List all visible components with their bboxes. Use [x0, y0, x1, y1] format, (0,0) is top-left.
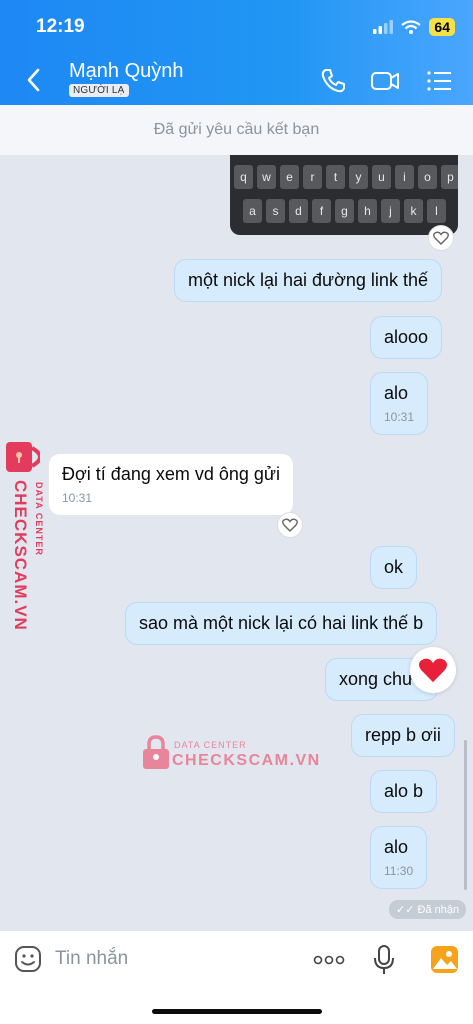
keyboard-key: h [358, 199, 377, 223]
message-time: 10:31 [62, 491, 93, 505]
menu-list-icon[interactable] [424, 66, 454, 96]
message-bubble-outgoing[interactable]: repp b ơii [351, 714, 455, 757]
lock-logo-icon [6, 442, 40, 472]
keyboard-key: q [234, 165, 253, 189]
sticker-emoji-icon[interactable] [14, 945, 42, 973]
home-indicator [152, 1009, 322, 1014]
message-bubble-outgoing[interactable]: alo 11:30 [370, 826, 428, 889]
message-text: alo [384, 383, 409, 403]
watermark-small-text: DATA CENTER [174, 740, 247, 750]
lock-logo-icon [143, 735, 169, 769]
message-bubble-outgoing[interactable]: alo 10:31 [370, 372, 429, 435]
message-bubble-outgoing[interactable]: alo b [370, 770, 438, 813]
keyboard-key: l [427, 199, 446, 223]
chat-header: 12:19 64 Mạnh Quỳnh NGƯỜI LẠ [0, 0, 473, 105]
keyboard-key: s [266, 199, 285, 223]
keyboard-key: y [349, 165, 368, 189]
message-bubble-outgoing[interactable]: một nick lại hai đường link thế [174, 259, 442, 302]
wifi-icon [401, 20, 422, 34]
keyboard-key: j [381, 199, 400, 223]
delivery-status-label: Đã nhận [417, 904, 460, 916]
status-icons: 64 [373, 18, 455, 36]
status-time: 12:19 [36, 16, 85, 37]
keyboard-key: g [335, 199, 354, 223]
watermark-center: DATA CENTER CHECKSCAM.VN [142, 735, 319, 776]
keyboard-key: e [280, 165, 299, 189]
keyboard-key: t [326, 165, 345, 189]
message-time: 10:31 [384, 410, 415, 424]
microphone-icon[interactable] [373, 944, 395, 976]
watermark-small-text: DATA CENTER [34, 482, 44, 556]
scrollbar[interactable] [464, 740, 467, 890]
message-text: ok [384, 557, 404, 577]
message-bubble-outgoing[interactable]: ok [370, 546, 418, 589]
heart-reaction-icon[interactable] [410, 647, 456, 693]
watermark-vertical: CHECKSCAM.VN DATA CENTER [4, 440, 50, 640]
image-gallery-icon[interactable] [430, 945, 459, 974]
keyboard-key: k [404, 199, 423, 223]
delivery-status: ✓✓ Đã nhận [389, 900, 467, 919]
back-icon[interactable] [22, 66, 46, 94]
message-bubble-outgoing[interactable]: sao mà một nick lại có hai link thế b [125, 602, 438, 645]
message-text: một nick lại hai đường link thế [188, 270, 428, 290]
friend-request-banner: Đã gửi yêu cầu kết bạn [0, 105, 473, 155]
message-input[interactable]: Tin nhắn [55, 948, 128, 970]
message-text: Đợi tí đang xem vd ông gửi [62, 464, 280, 484]
message-text: alo [384, 837, 409, 857]
keyboard-key: p [441, 165, 458, 189]
shared-image[interactable]: qwertyuiop asdfghjkl [230, 155, 458, 235]
battery-level: 64 [429, 18, 455, 36]
watermark-big-text: CHECKSCAM.VN [11, 480, 30, 631]
keyboard-key: a [243, 199, 262, 223]
keyboard-key: r [303, 165, 322, 189]
phone-call-icon[interactable] [318, 66, 348, 96]
keyboard-key: i [395, 165, 414, 189]
watermark-big-text: CHECKSCAM.VN [172, 752, 321, 769]
video-call-icon[interactable] [370, 66, 400, 96]
contact-name[interactable]: Mạnh Quỳnh [69, 60, 184, 83]
signal-icon [373, 20, 394, 34]
message-text: alo b [384, 781, 424, 801]
message-time: 11:30 [384, 864, 414, 878]
keyboard-row: qwertyuiop [234, 165, 458, 189]
keyboard-key: d [289, 199, 308, 223]
stranger-badge: NGƯỜI LẠ [69, 84, 129, 97]
reaction-heart-icon[interactable] [428, 225, 454, 251]
reaction-heart-icon[interactable] [277, 512, 303, 538]
more-options-icon[interactable] [313, 955, 345, 965]
message-text: sao mà một nick lại có hai link thế b [139, 613, 424, 633]
message-bubble-outgoing[interactable]: alooo [370, 316, 443, 359]
keyboard-key: w [257, 165, 276, 189]
message-text: repp b ơii [365, 725, 441, 745]
keyboard-key: o [418, 165, 437, 189]
keyboard-key: u [372, 165, 391, 189]
keyboard-row: asdfghjkl [243, 199, 446, 223]
double-check-icon: ✓✓ [396, 904, 415, 916]
message-bubble-incoming[interactable]: Đợi tí đang xem vd ông gửi 10:31 [48, 453, 294, 516]
keyboard-key: f [312, 199, 331, 223]
message-text: alooo [384, 327, 429, 347]
